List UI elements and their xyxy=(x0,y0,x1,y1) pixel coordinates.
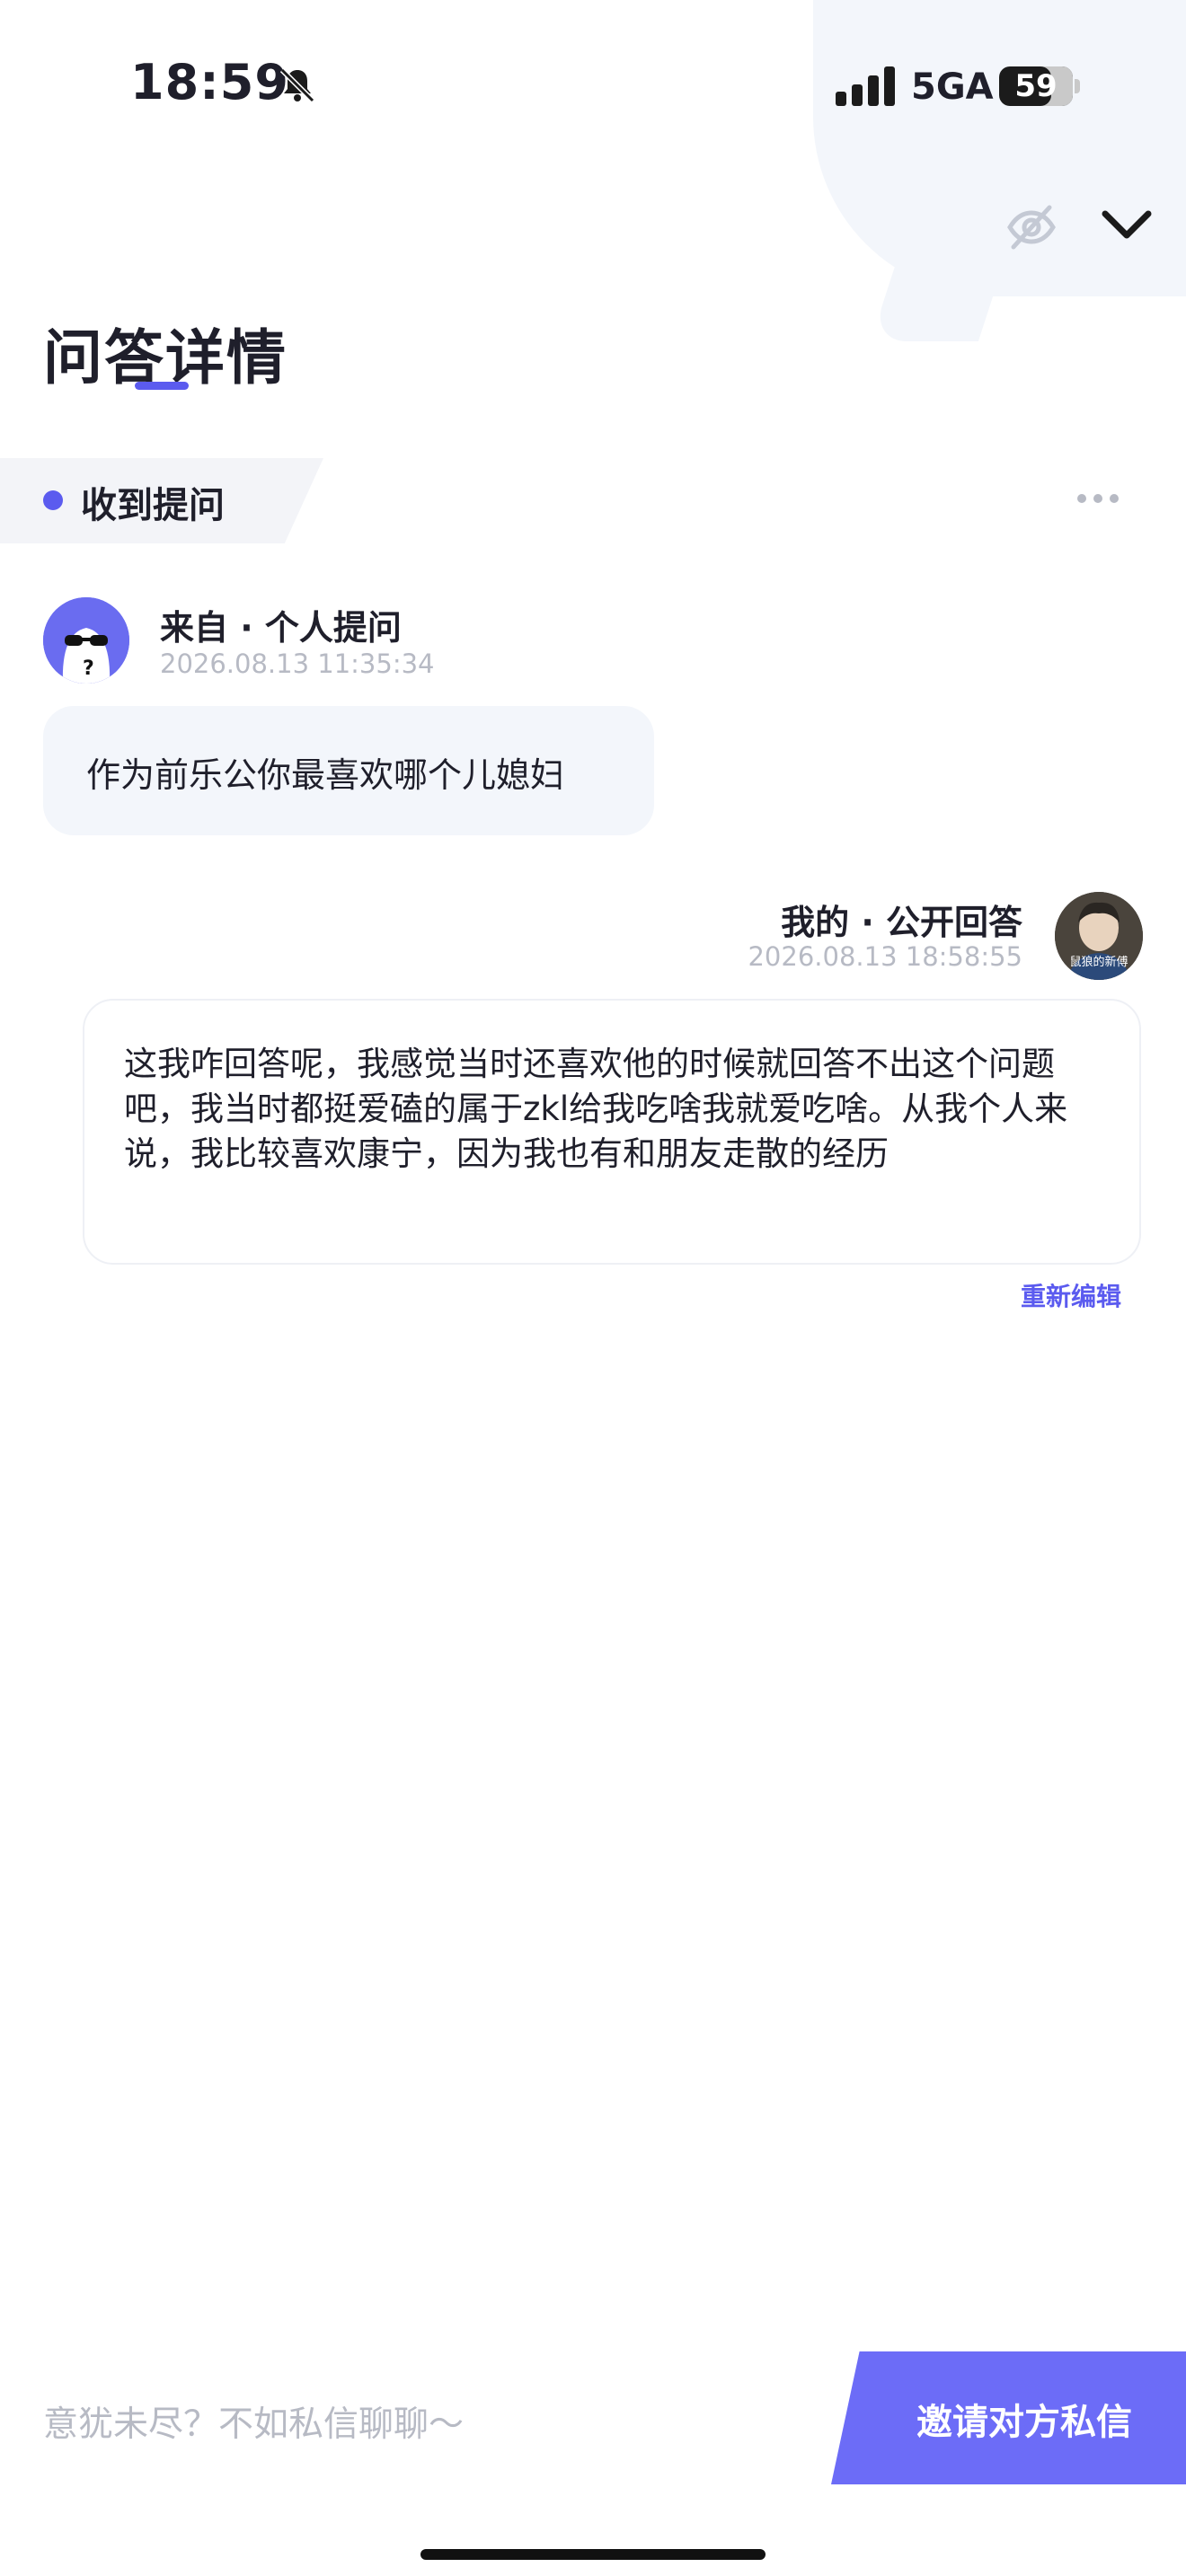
my-avatar: 鼠狼的新傅 xyxy=(1055,892,1143,980)
chevron-down-icon[interactable] xyxy=(1100,207,1154,243)
question-source: 来自 · 个人提问 xyxy=(160,608,402,648)
question-time: 2026.08.13 11:35:34 xyxy=(160,648,435,679)
invite-message-label[interactable]: 邀请对方私信 xyxy=(890,2393,1159,2445)
home-indicator xyxy=(420,2549,766,2560)
chat-prompt: 意犹未尽？不如私信聊聊～ xyxy=(43,2404,465,2445)
answer-text: 这我咋回答呢，我感觉当时还喜欢他的时候就回答不出这个问题吧，我当时都挺爱磕的属于… xyxy=(124,1045,1068,1173)
network-label: 5GA xyxy=(911,66,994,108)
answer-label: 我的 · 公开回答 xyxy=(781,903,1022,942)
section-label: 收到提问 xyxy=(81,485,225,526)
answer-time: 2026.08.13 18:58:55 xyxy=(748,941,1022,972)
question-text: 作为前乐公你最喜欢哪个儿媳妇 xyxy=(86,755,565,795)
hide-icon[interactable] xyxy=(1005,202,1058,252)
re-edit-link[interactable]: 重新编辑 xyxy=(970,1277,1121,1313)
title-underline xyxy=(135,382,189,390)
status-time: 18:59 xyxy=(130,54,289,110)
avatar-caption: 鼠狼的新傅 xyxy=(1069,955,1128,969)
asker-avatar: ? xyxy=(43,597,129,684)
more-icon[interactable] xyxy=(1076,490,1120,507)
battery-nub xyxy=(1075,79,1080,93)
battery-icon: 59 xyxy=(999,66,1073,106)
section-dot xyxy=(43,490,63,510)
bell-muted-icon xyxy=(279,67,315,103)
asker-avatar-icon: ? xyxy=(43,597,129,684)
svg-text:?: ? xyxy=(83,657,94,680)
signal-icon xyxy=(836,66,895,106)
my-avatar-image: 鼠狼的新傅 xyxy=(1055,892,1143,980)
